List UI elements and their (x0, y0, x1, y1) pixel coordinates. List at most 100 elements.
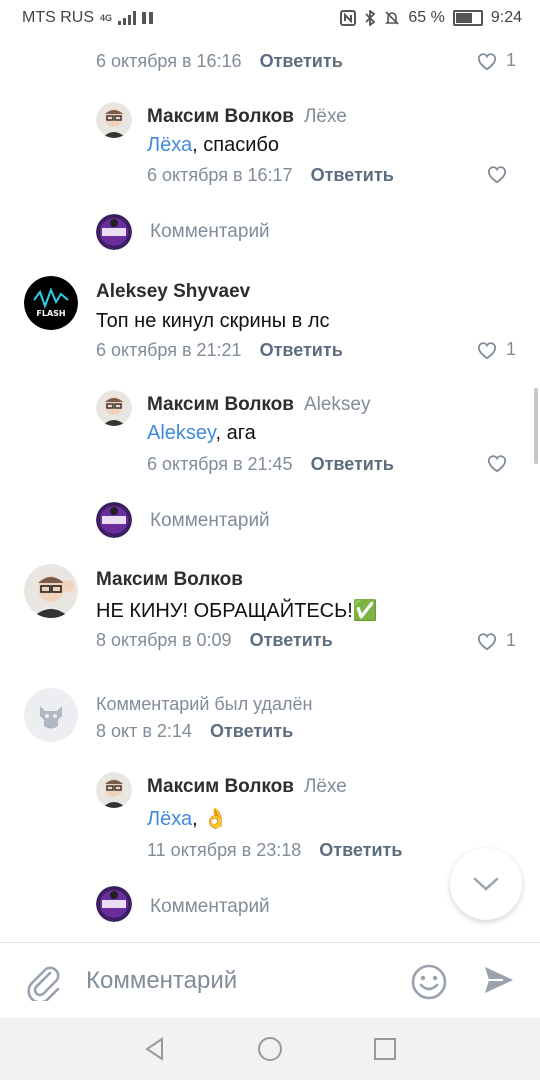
comment-body: , 👌 (192, 808, 229, 830)
scroll-down-button[interactable] (450, 848, 522, 920)
comment-date: 6 октября в 16:17 (147, 165, 293, 185)
comment-text: НЕ КИНУ! ОБРАЩАЙТЕСЬ!✅ (96, 598, 378, 623)
avatar (24, 688, 78, 742)
heart-icon (477, 632, 497, 650)
status-bar: MTS RUS 4G 65 % 9:24 (0, 0, 540, 36)
smile-icon[interactable] (410, 963, 448, 1001)
avatar[interactable] (96, 102, 132, 138)
like-count: 1 (505, 339, 516, 359)
comment-date: 8 октября в 0:09 (96, 630, 232, 650)
comment-meta: 6 октября в 16:17 Ответить (147, 165, 394, 186)
send-icon[interactable] (482, 963, 516, 997)
comment-placeholder[interactable]: Комментарий (150, 510, 270, 532)
heart-icon (477, 52, 497, 70)
reply-button[interactable]: Ответить (250, 630, 333, 651)
comment-date: 6 октября в 21:45 (147, 454, 293, 474)
reply-addressee: Лёхе (303, 106, 347, 127)
nfc-icon (340, 10, 357, 26)
comment-author[interactable]: Максим Волков Лёхе (147, 106, 347, 128)
author-name[interactable]: Максим Волков (147, 106, 294, 127)
deleted-text: Комментарий был удалён (96, 694, 313, 714)
pause-icon (142, 12, 154, 24)
comment-text: Топ не кинул скрины в лс (96, 310, 330, 333)
author-name[interactable]: Максим Волков (96, 569, 243, 590)
comment-meta: 11 октября в 23:18 Ответить (147, 840, 402, 861)
like-button[interactable] (486, 164, 516, 184)
comment-meta: 8 октября в 0:09 Ответить (96, 630, 333, 651)
avatar[interactable] (24, 564, 78, 618)
clock: 9:24 (490, 9, 522, 26)
chevron-down-icon (473, 877, 499, 891)
home-icon[interactable] (257, 1036, 283, 1062)
comment-date: 6 октября в 16:16 (96, 51, 242, 71)
like-button[interactable]: 1 (476, 339, 516, 360)
comment-author[interactable]: Максим Волков Aleksey (147, 394, 370, 416)
heart-icon (487, 455, 507, 473)
avatar[interactable] (96, 390, 132, 426)
battery-icon (452, 10, 483, 26)
like-button[interactable]: 1 (476, 50, 516, 71)
mention-link[interactable]: Aleksey (147, 422, 216, 444)
avatar[interactable] (96, 772, 132, 808)
author-name[interactable]: Максим Волков (147, 394, 294, 415)
carrier-label: MTS RUS (22, 9, 94, 26)
recents-icon[interactable] (372, 1036, 398, 1062)
reply-button[interactable]: Ответить (260, 340, 343, 361)
comment-composer: Комментарий (0, 942, 540, 1019)
mute-bell-icon (385, 11, 400, 25)
status-left: MTS RUS 4G (22, 9, 154, 27)
comment-body: НЕ КИНУ! ОБРАЩАЙТЕСЬ!✅ (96, 600, 378, 622)
reply-button[interactable]: Ответить (260, 51, 343, 72)
mention-link[interactable]: Лёха (147, 808, 192, 830)
reply-addressee: Лёхе (303, 776, 347, 797)
comment-body: , спасибо (192, 134, 279, 156)
like-count: 1 (505, 630, 516, 650)
like-button[interactable] (486, 453, 516, 473)
comment-body: Топ не кинул скрины в лс (96, 310, 330, 332)
reply-addressee: Aleksey (303, 394, 371, 415)
comment-placeholder[interactable]: Комментарий (150, 221, 270, 243)
network-type: 4G (100, 13, 113, 23)
reply-button[interactable]: Ответить (319, 840, 402, 861)
like-count: 1 (505, 50, 516, 70)
mention-link[interactable]: Лёха (147, 134, 192, 156)
comment-meta: 6 октября в 16:16 Ответить (96, 51, 343, 72)
comment-author[interactable]: Максим Волков Лёхе (147, 776, 347, 798)
comment-placeholder[interactable]: Комментарий (150, 896, 270, 918)
reply-button[interactable]: Ответить (210, 721, 293, 742)
avatar (96, 502, 132, 538)
signal-icon (118, 11, 137, 25)
author-name[interactable]: Максим Волков (147, 776, 294, 797)
heart-icon (487, 166, 507, 184)
comment-date: 6 октября в 21:21 (96, 340, 242, 360)
back-icon[interactable] (142, 1036, 168, 1062)
deleted-user-icon (24, 688, 78, 742)
comment-text: Лёха, 👌 (147, 806, 228, 831)
avatar (96, 886, 132, 922)
reply-button[interactable]: Ответить (311, 165, 394, 186)
avatar[interactable]: FLASH (24, 276, 78, 330)
heart-icon (477, 341, 497, 359)
comment-meta: 6 октября в 21:45 Ответить (147, 454, 394, 475)
reply-button[interactable]: Ответить (311, 454, 394, 475)
comment-meta: 6 октября в 21:21 Ответить (96, 340, 343, 361)
scrollbar[interactable] (534, 388, 538, 464)
svg-text:FLASH: FLASH (36, 309, 65, 318)
paperclip-icon[interactable] (24, 961, 60, 1001)
author-name[interactable]: Aleksey Shyvaev (96, 281, 250, 302)
like-button[interactable]: 1 (476, 630, 516, 651)
battery-percent: 65 % (408, 9, 445, 26)
comment-meta: 8 окт в 2:14 Ответить (96, 721, 293, 742)
comment-author[interactable]: Aleksey Shyvaev (96, 281, 250, 303)
avatar (96, 214, 132, 250)
comment-input[interactable]: Комментарий (86, 967, 237, 995)
bluetooth-icon (365, 10, 376, 26)
comment-text: Лёха, спасибо (147, 134, 279, 157)
comments-feed[interactable]: 6 октября в 16:16 Ответить 1 Максим Волк… (0, 36, 540, 942)
comment-body: , ага (215, 422, 256, 444)
comment-author[interactable]: Максим Волков (96, 569, 243, 591)
system-nav-bar (0, 1018, 540, 1080)
comment-date: 8 окт в 2:14 (96, 721, 192, 741)
comment-date: 11 октября в 23:18 (147, 840, 302, 860)
comment-text: Aleksey, ага (147, 422, 256, 445)
